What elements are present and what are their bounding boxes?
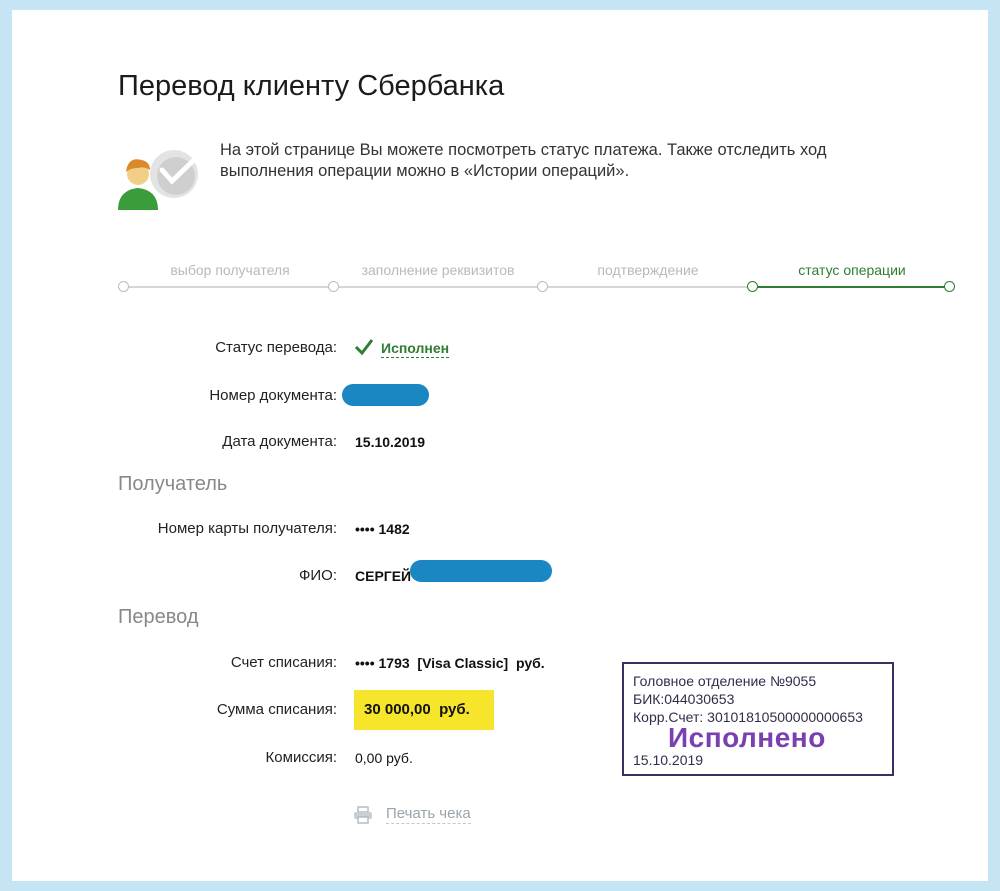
page-title: Перевод клиенту Сбербанка — [118, 70, 505, 102]
stamp-executed: Исполнено — [668, 722, 826, 753]
step-dot-1 — [118, 281, 129, 292]
stamp-date: 15.10.2019 — [633, 752, 704, 768]
name-label: ФИО: — [298, 567, 337, 584]
client-check-icon — [118, 150, 198, 210]
fee-value: 0,00 руб. — [355, 750, 413, 766]
check-icon — [354, 339, 374, 356]
redacted-doc-number — [342, 384, 429, 406]
step-dot-3 — [537, 281, 548, 292]
step-dot-4 — [747, 281, 758, 292]
bank-stamp: Головное отделение №9055 БИК:044030653 К… — [622, 662, 894, 776]
step-label-confirm: подтверждение — [597, 262, 699, 278]
doc-date-value: 15.10.2019 — [355, 434, 426, 450]
print-receipt-link[interactable]: Печать чека — [386, 805, 471, 824]
progress-stepper: выбор получателя заполнение реквизитов п… — [118, 262, 960, 302]
redacted-name — [410, 560, 552, 582]
card-number-label: Номер карты получателя: — [157, 520, 337, 537]
doc-date-label: Дата документа: — [222, 433, 337, 450]
stamp-branch: Головное отделение №9055 — [633, 673, 817, 689]
transfer-heading: Перевод — [118, 606, 199, 628]
step-dot-end — [944, 281, 955, 292]
step-label-status: статус операции — [798, 262, 906, 278]
printer-icon[interactable] — [353, 806, 373, 824]
step-line-inactive — [123, 286, 753, 288]
status-value-link[interactable]: Исполнен — [381, 340, 450, 358]
step-dot-2 — [328, 281, 339, 292]
amount-label: Сумма списания: — [216, 701, 337, 718]
stamp-bik: БИК:044030653 — [633, 691, 735, 707]
fee-label: Комиссия: — [265, 749, 337, 766]
name-value: СЕРГЕЙ — [355, 568, 412, 584]
step-label-recipient: выбор получателя — [170, 262, 290, 278]
account-label: Счет списания: — [230, 654, 337, 671]
step-label-details: заполнение реквизитов — [361, 262, 515, 278]
account-value: •••• 1793 [Visa Classic] руб. — [355, 655, 545, 671]
card-number-value: •••• 1482 — [355, 521, 410, 537]
intro-text: На этой странице Вы можете посмотреть ст… — [220, 141, 827, 180]
amount-value: 30 000,00 руб. — [364, 701, 470, 718]
doc-number-label: Номер документа: — [209, 387, 337, 404]
status-label: Статус перевода: — [215, 339, 337, 356]
step-line-active — [753, 286, 951, 288]
recipient-heading: Получатель — [118, 473, 228, 495]
